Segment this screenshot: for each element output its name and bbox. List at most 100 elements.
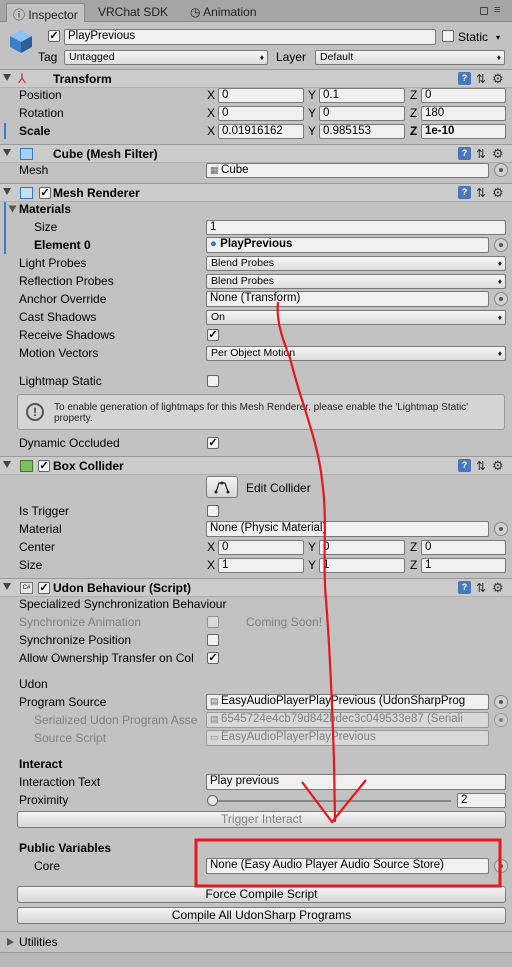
proximity-slider-track[interactable] (210, 800, 451, 802)
motion-vectors-label: Motion Vectors (19, 346, 99, 360)
preset-icon[interactable]: ⇅ (476, 72, 486, 86)
center-x-field[interactable]: 0 (218, 540, 304, 555)
object-picker-icon[interactable] (494, 292, 508, 306)
gear-icon[interactable]: ⚙ (492, 458, 504, 474)
foldout-arrow-icon[interactable] (3, 74, 11, 81)
material-icon: ● (210, 238, 221, 250)
element0-field[interactable]: ● PlayPrevious (206, 237, 489, 253)
size-y-field[interactable]: 1 (319, 558, 405, 573)
gear-icon[interactable]: ⚙ (492, 71, 504, 87)
layer-dropdown[interactable]: Default ♦ (315, 50, 505, 65)
foldout-arrow-icon[interactable] (3, 188, 11, 195)
scale-x-field[interactable]: 0.01916162 (218, 124, 304, 139)
physic-material-field[interactable]: None (Physic Material) (206, 521, 489, 537)
box-collider-header[interactable]: ✓ Box Collider ? ⇅ ⚙ (0, 456, 512, 475)
preset-icon[interactable]: ⇅ (476, 459, 486, 473)
lock-icon[interactable] (480, 7, 488, 15)
receive-shadows-checkbox[interactable]: ✓ (207, 329, 219, 341)
position-z-field[interactable]: 0 (421, 88, 506, 103)
object-picker-icon[interactable] (494, 859, 508, 873)
coming-soon-label: Coming Soon! (246, 615, 323, 629)
udon-behaviour-header[interactable]: C# ✓ Udon Behaviour (Script) ? ⇅ ⚙ (0, 578, 512, 597)
is-trigger-checkbox[interactable] (207, 505, 219, 517)
object-picker-icon[interactable] (494, 163, 508, 177)
preset-icon[interactable]: ⇅ (476, 581, 486, 595)
light-probes-dropdown[interactable]: Blend Probes ♦ (206, 256, 506, 271)
cast-shadows-dropdown[interactable]: On ♦ (206, 310, 506, 325)
material-label: Material (19, 522, 62, 536)
mesh-label: Mesh (19, 163, 49, 177)
mesh-renderer-header[interactable]: ✓ Mesh Renderer ? ⇅ ⚙ (0, 183, 512, 202)
ownership-transfer-checkbox[interactable]: ✓ (207, 652, 219, 664)
public-variables-label: Public Variables (19, 841, 112, 855)
force-compile-button[interactable]: Force Compile Script (17, 886, 506, 903)
rotation-x-field[interactable]: 0 (218, 106, 304, 121)
program-source-field[interactable]: ▤ EasyAudioPlayerPlayPrevious (UdonSharp… (206, 694, 489, 710)
preset-icon[interactable]: ⇅ (476, 186, 486, 200)
size-z-field[interactable]: 1 (421, 558, 506, 573)
tab-inspector[interactable]: ⓘ Inspector (6, 3, 85, 22)
help-icon[interactable]: ? (458, 147, 471, 160)
materials-size-field[interactable]: 1 (206, 220, 506, 235)
mesh-field[interactable]: ▦ Cube (206, 163, 489, 178)
trigger-interact-button: Trigger Interact (17, 811, 506, 828)
utilities-label[interactable]: Utilities (19, 935, 58, 949)
core-field[interactable]: None (Easy Audio Player Audio Source Sto… (206, 858, 489, 874)
gear-icon[interactable]: ⚙ (492, 185, 504, 201)
axis-y: Y (308, 106, 317, 120)
help-icon[interactable]: ? (458, 581, 471, 594)
anchor-override-field[interactable]: None (Transform) (206, 291, 489, 307)
object-picker-icon[interactable] (494, 522, 508, 536)
rotation-z-field[interactable]: 180 (421, 106, 506, 121)
scale-y-field[interactable]: 0.985153 (319, 124, 405, 139)
rotation-y-field[interactable]: 0 (319, 106, 405, 121)
lightmap-static-checkbox[interactable] (207, 375, 219, 387)
help-icon[interactable]: ? (458, 459, 471, 472)
mesh-filter-header[interactable]: Cube (Mesh Filter) ? ⇅ ⚙ (0, 144, 512, 163)
tab-animation[interactable]: ◷ Animation (184, 3, 263, 22)
scale-label: Scale (19, 124, 51, 138)
tag-dropdown[interactable]: Untagged ♦ (64, 50, 268, 65)
menu-icon[interactable]: ≡ (494, 4, 500, 16)
foldout-arrow-icon[interactable] (3, 149, 11, 156)
proximity-slider-thumb[interactable] (207, 795, 218, 806)
dynamic-occluded-checkbox[interactable]: ✓ (207, 437, 219, 449)
sync-position-checkbox[interactable] (207, 634, 219, 646)
transform-header[interactable]: ⅄ Transform ? ⇅ ⚙ (0, 69, 512, 88)
help-icon[interactable]: ? (458, 186, 471, 199)
gear-icon[interactable]: ⚙ (492, 146, 504, 162)
box-collider-enabled-checkbox[interactable]: ✓ (38, 460, 50, 472)
edit-collider-button[interactable] (206, 476, 238, 498)
foldout-arrow-icon[interactable] (3, 461, 11, 468)
active-checkbox[interactable]: ✓ (48, 30, 60, 42)
static-checkbox[interactable] (442, 30, 454, 42)
motion-vectors-dropdown[interactable]: Per Object Motion ♦ (206, 346, 506, 361)
proximity-value-field[interactable]: 2 (457, 793, 506, 808)
mesh-renderer-enabled-checkbox[interactable]: ✓ (39, 187, 51, 199)
position-x-field[interactable]: 0 (218, 88, 304, 103)
center-z-field[interactable]: 0 (421, 540, 506, 555)
object-name-field[interactable]: PlayPrevious (64, 29, 436, 45)
dropdown-arrow-icon: ♦ (497, 349, 502, 358)
udon-enabled-checkbox[interactable]: ✓ (38, 582, 50, 594)
ownership-transfer-label: Allow Ownership Transfer on Col (19, 651, 194, 665)
position-y-field[interactable]: 0.1 (319, 88, 405, 103)
object-picker-icon[interactable] (494, 238, 508, 252)
foldout-arrow-icon[interactable] (3, 583, 11, 590)
static-dropdown-icon[interactable]: ▾ (496, 33, 500, 42)
gear-icon[interactable]: ⚙ (492, 580, 504, 596)
preset-icon[interactable]: ⇅ (476, 147, 486, 161)
materials-label[interactable]: Materials (19, 202, 71, 216)
center-y-field[interactable]: 0 (319, 540, 405, 555)
compile-all-button[interactable]: Compile All UdonSharp Programs (17, 907, 506, 924)
interaction-text-field[interactable]: Play previous (206, 774, 506, 790)
scale-z-field[interactable]: 1e-10 (421, 124, 506, 139)
size-x-field[interactable]: 1 (218, 558, 304, 573)
object-picker-icon[interactable] (494, 695, 508, 709)
axis-z: Z (410, 88, 418, 102)
reflection-probes-dropdown[interactable]: Blend Probes ♦ (206, 274, 506, 289)
foldout-arrow-icon[interactable] (7, 938, 14, 946)
tab-vrchat-sdk[interactable]: VRChat SDK (92, 3, 174, 22)
help-icon[interactable]: ? (458, 72, 471, 85)
foldout-arrow-icon[interactable] (8, 205, 17, 213)
